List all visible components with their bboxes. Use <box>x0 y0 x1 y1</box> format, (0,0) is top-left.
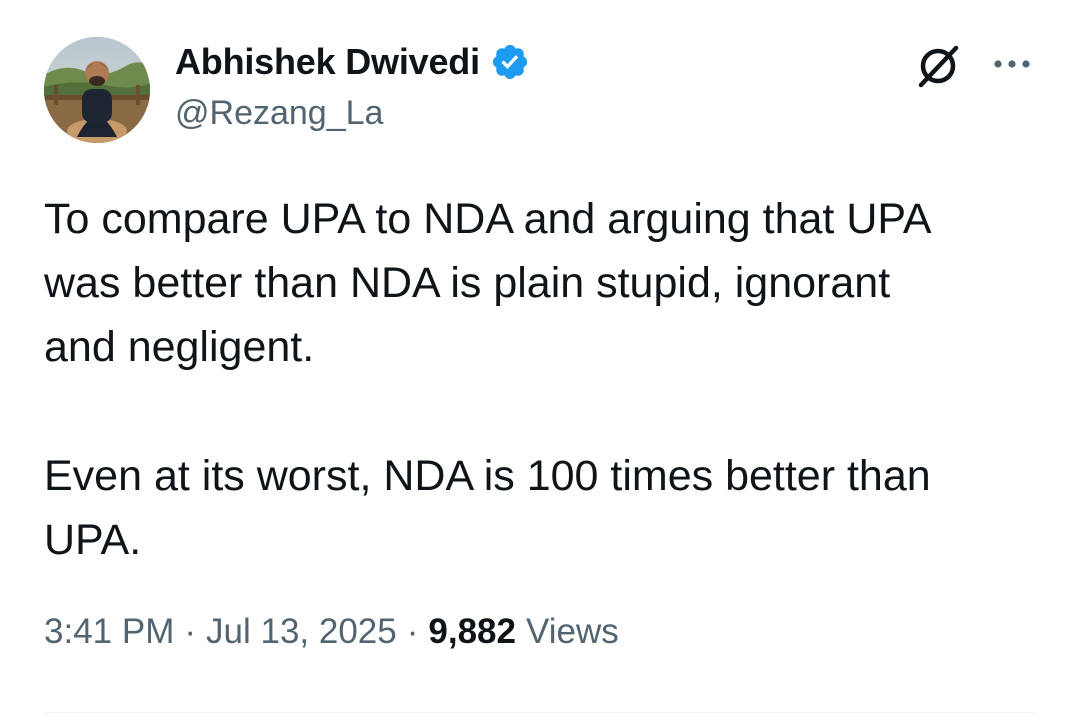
divider <box>44 712 1036 713</box>
tweet-time[interactable]: 3:41 PM <box>44 612 174 652</box>
meta-separator: · <box>406 612 419 651</box>
avatar[interactable] <box>44 37 150 143</box>
tweet-text: To compare UPA to NDA and arguing that U… <box>44 187 1044 572</box>
views-label: Views <box>525 612 619 651</box>
tweet-card: Abhishek Dwivedi @Rezang_La To compare U… <box>0 0 1080 720</box>
display-name[interactable]: Abhishek Dwivedi <box>175 41 480 83</box>
author-row: Abhishek Dwivedi <box>175 40 530 84</box>
tweet-text-line: was better than NDA is plain stupid, ign… <box>44 259 891 307</box>
tweet-meta: 3:41 PM · Jul 13, 2025 · 9,882 Views <box>44 612 619 652</box>
tweet-text-line: UPA. <box>44 516 142 564</box>
tweet-text-line: and negligent. <box>44 323 315 371</box>
tweet-text-line: To compare UPA to NDA and arguing that U… <box>44 195 932 243</box>
meta-separator: · <box>184 612 197 651</box>
grok-icon[interactable] <box>912 40 964 92</box>
tweet-text-line: Even at its worst, NDA is 100 times bett… <box>44 452 931 500</box>
views-count: 9,882 <box>428 612 516 651</box>
more-options-icon[interactable] <box>990 46 1034 82</box>
tweet-date[interactable]: Jul 13, 2025 <box>206 612 397 652</box>
author-handle[interactable]: @Rezang_La <box>175 94 383 133</box>
verified-badge-icon <box>492 44 527 80</box>
